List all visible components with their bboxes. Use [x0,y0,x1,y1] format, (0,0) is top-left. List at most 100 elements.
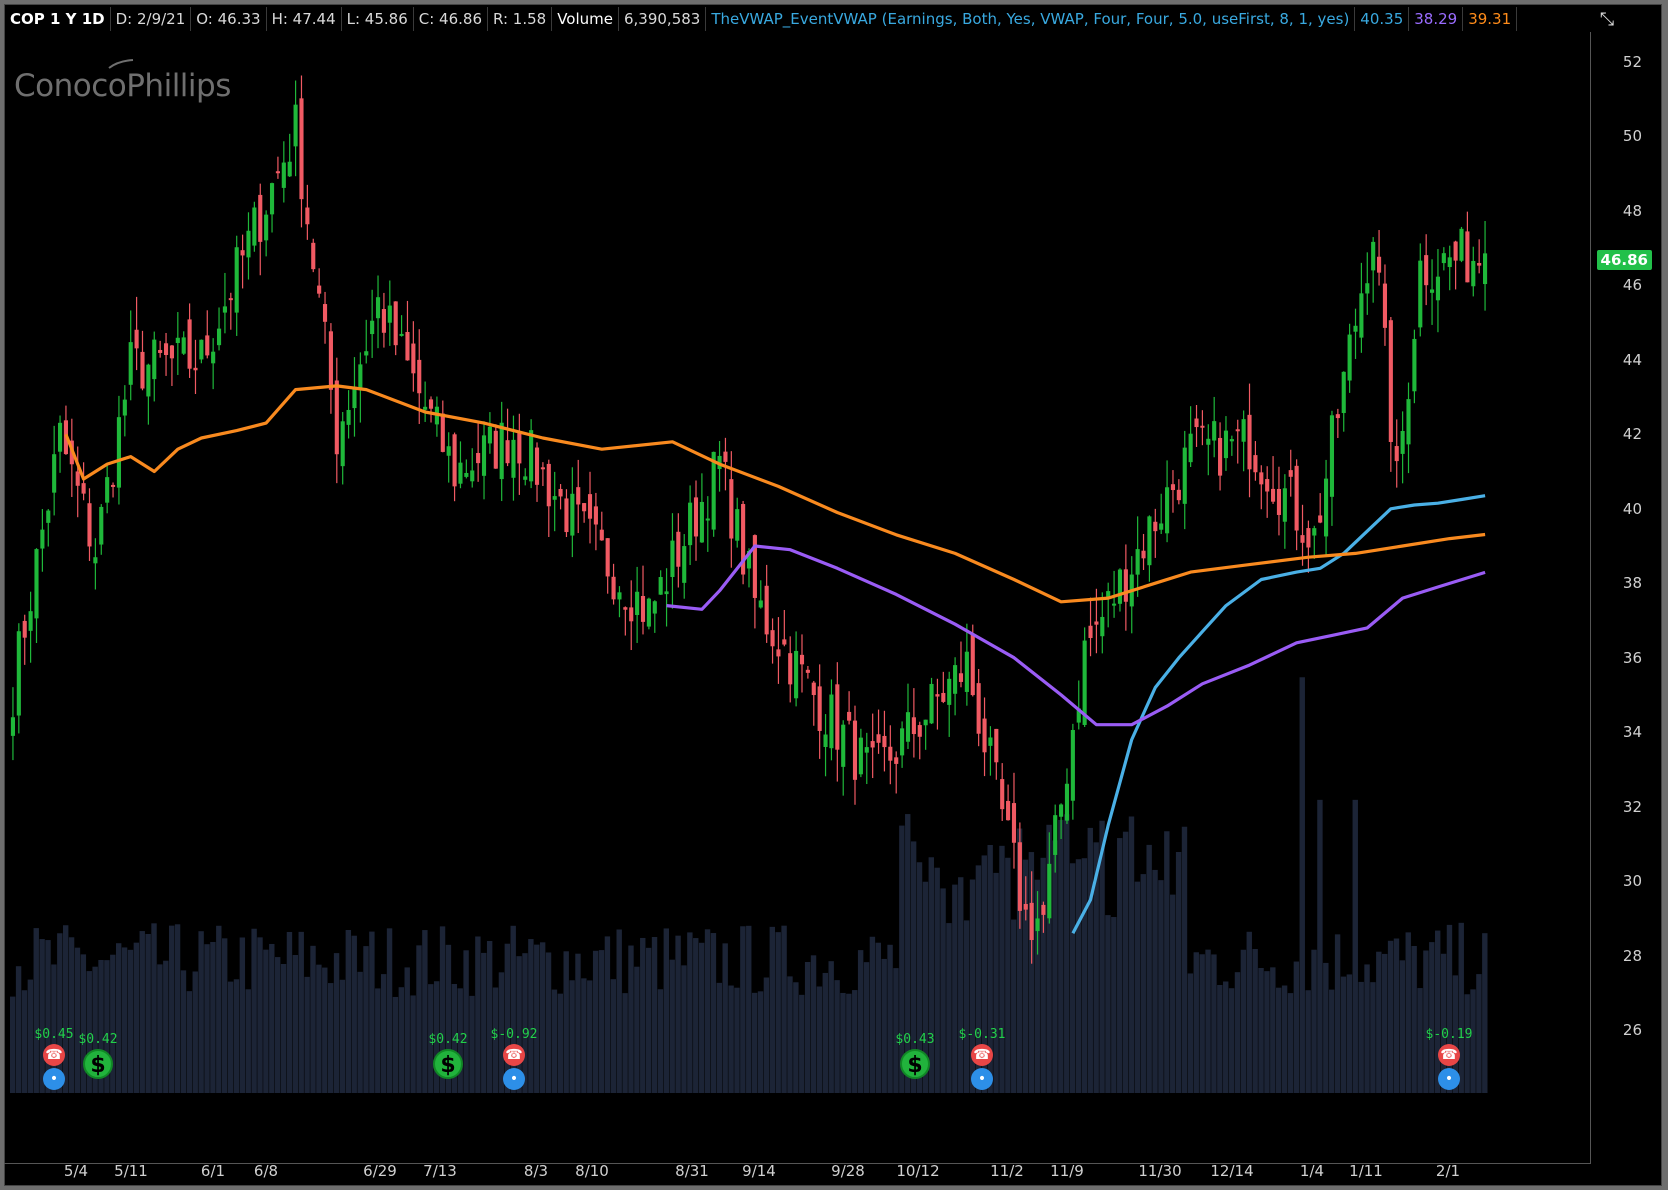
phone-icon[interactable]: ☎ [503,1044,525,1066]
earnings-event-marker[interactable]: $-0.92 ☎ • [489,1027,539,1090]
x-tick-label: 1/4 [1299,1162,1325,1180]
volume-bar [822,972,828,1093]
volume-bar [245,989,251,1093]
dividend-event-marker[interactable]: $0.42 $ [73,1032,123,1079]
candle-body [499,422,504,480]
earnings-event-marker[interactable]: $0.45 ☎ • [29,1027,79,1090]
volume-bar [769,926,775,1093]
candle-body [758,600,763,608]
earnings-event-marker[interactable]: $-0.19 ☎ • [1424,1027,1474,1090]
candle-body [646,598,651,627]
candle-body [1253,455,1258,473]
candle-body [1282,488,1287,522]
candle-body [1141,550,1146,559]
y-tick-label: 46 [1622,276,1642,295]
candle-body [140,351,145,389]
candle-body [511,439,516,478]
bulb-icon[interactable]: • [1438,1068,1460,1090]
volume-bar [1387,940,1394,1093]
volume-bar [1293,961,1300,1093]
volume-bar [746,925,752,1093]
candle-body [1347,334,1352,381]
volume-bar [227,981,234,1093]
volume-bar [410,995,416,1093]
volume-bar [233,979,240,1093]
candle-body [958,673,964,682]
volume-bar [852,990,858,1093]
volume-bar [1299,677,1305,1093]
candle-body [193,367,198,371]
candle-body [175,337,180,344]
candle-body [570,493,575,536]
candle-body [1400,430,1405,454]
volume-bar [274,957,281,1093]
volume-bar [857,950,864,1093]
volume-bar [1317,799,1323,1093]
candle-body [623,607,628,610]
volume-bar [1223,981,1229,1093]
y-tick-label: 48 [1622,201,1642,220]
candle-body [52,454,57,493]
dollar-icon[interactable]: $ [433,1049,463,1079]
candle-body [1482,253,1488,285]
dollar-icon[interactable]: $ [900,1049,930,1079]
candle-body [423,406,428,410]
candle-body [1477,262,1482,266]
volume-bar [663,928,670,1093]
x-tick-label: 11/2 [990,1162,1024,1180]
candle-body [917,725,922,737]
candle-body [246,230,251,258]
volume-bar [846,993,852,1093]
dividend-event-marker[interactable]: $0.43 $ [890,1032,940,1079]
candle-body [540,467,545,470]
bulb-icon[interactable]: • [43,1068,65,1090]
candle-body [234,247,239,313]
bulb-icon[interactable]: • [971,1068,993,1090]
phone-icon[interactable]: ☎ [43,1044,65,1066]
candle-body [93,557,98,564]
volume-bar [310,945,316,1093]
volume-bar [575,953,581,1093]
earnings-event-marker[interactable]: $-0.31 ☎ • [957,1027,1007,1090]
x-tick-label: 9/14 [742,1162,776,1180]
volume-bar [622,993,628,1093]
price-chart[interactable] [0,0,1668,1190]
candle-body [935,694,940,697]
volume-bar [1170,894,1176,1093]
candle-body [1394,446,1399,462]
candle-body [911,717,916,735]
candle-body [676,531,681,567]
candle-body [181,337,186,354]
bulb-icon[interactable]: • [503,1068,525,1090]
x-tick-label: 1/11 [1349,1162,1383,1180]
candle-body [1029,902,1034,941]
volume-bar [1376,951,1382,1093]
candle-body [1017,842,1022,911]
candle-body [470,470,475,482]
candle-body [128,342,133,385]
volume-bar [280,964,287,1093]
volume-bar [269,943,275,1093]
phone-icon[interactable]: ☎ [971,1044,993,1066]
volume-bar [834,980,840,1093]
candle-body [640,596,646,622]
volume-bar [669,959,675,1093]
volume-bar [634,966,640,1093]
candle-body [888,746,893,761]
volume-bar [1399,960,1406,1093]
candle-body [1365,283,1370,294]
dividend-event-marker[interactable]: $0.42 $ [423,1032,473,1079]
volume-bar [369,931,375,1093]
candle-body [564,498,569,533]
volume-bar [316,964,322,1093]
candle-body [211,351,216,364]
volume-bar [286,931,293,1093]
volume-bar [221,938,228,1093]
candle-body [1117,569,1123,604]
event-amount: $0.45 [34,1027,74,1042]
volume-bar [793,982,799,1093]
candle-body [729,479,734,539]
phone-icon[interactable]: ☎ [1438,1044,1460,1066]
dollar-icon[interactable]: $ [83,1049,113,1079]
candle-body [953,665,958,694]
